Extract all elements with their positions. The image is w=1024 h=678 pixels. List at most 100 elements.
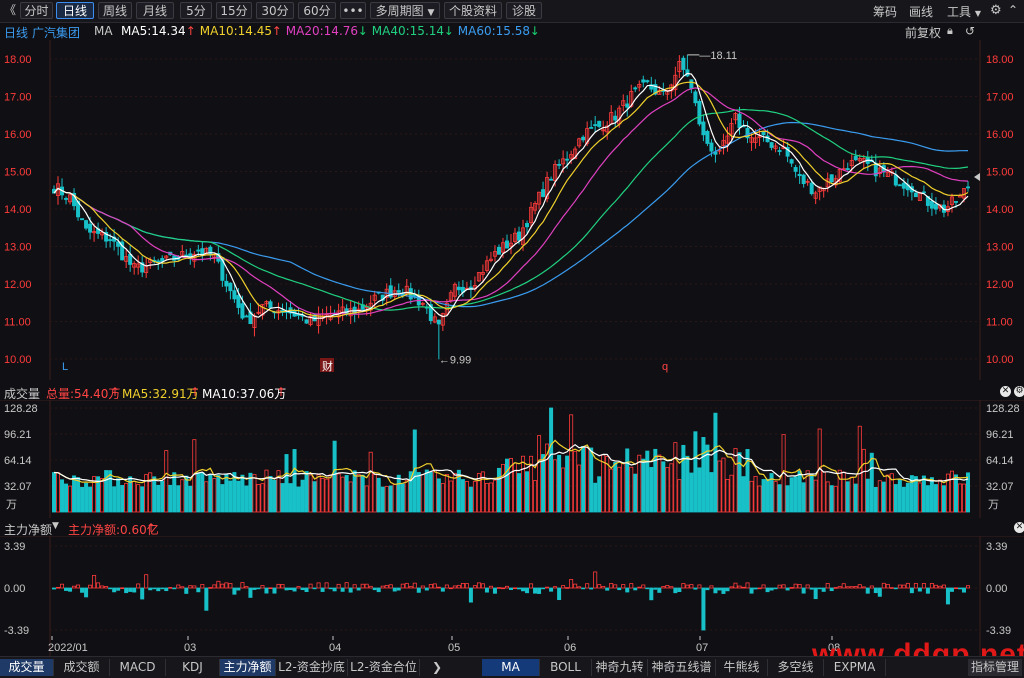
money-bar — [925, 587, 930, 594]
volume-chart[interactable]: 128.28 128.28 96.21 96.21 64.14 64.14 32.07 32.… — [0, 400, 1024, 518]
draw-line-menu[interactable]: 画线 — [909, 3, 933, 20]
multi-period-button[interactable]: 多周期图 ▼ — [370, 2, 440, 19]
candle-body — [641, 79, 646, 83]
settings-icon[interactable]: ⚙ — [990, 3, 1002, 18]
sub-tab-2[interactable]: MACD — [110, 659, 166, 676]
volume-bar — [200, 472, 205, 513]
money-bar — [424, 587, 429, 591]
money-bar — [541, 587, 546, 590]
chevron-down-icon: ▼ — [974, 9, 981, 18]
period-tab-0[interactable]: 分时 — [20, 2, 53, 19]
volume-bar — [116, 478, 121, 513]
lock-icon[interactable]: 🔒︎ — [947, 24, 953, 38]
candle-body — [705, 130, 710, 144]
money-bar — [164, 587, 169, 592]
candle-body — [304, 319, 309, 324]
sub-tab-5[interactable]: L2-资金抄底 — [276, 659, 348, 676]
volume-header: 成交量 总量:54.40万 ↑ MA5:32.91万 ↑ MA10:37.06万 ↑ … — [0, 382, 1024, 401]
volume-bar — [785, 485, 790, 513]
money-bar — [513, 587, 518, 590]
period-tab-2[interactable]: 周线 — [98, 2, 132, 19]
stock-profile-button[interactable]: 个股资料 — [444, 2, 502, 19]
period-tab-5[interactable]: 15分 — [216, 2, 252, 19]
main-tab-3[interactable]: 神奇五线谱 — [648, 659, 716, 676]
price-tick-left: 17.00 — [4, 92, 32, 104]
money-bar — [208, 587, 213, 589]
money-bar — [649, 587, 654, 601]
price-chart[interactable]: 18.00 18.00 17.00 17.00 16.00 16.00 15.00 15.00… — [0, 40, 1024, 382]
money-bar — [340, 587, 345, 592]
money-bar — [112, 587, 117, 593]
candle-body — [901, 182, 906, 189]
candle-body — [228, 282, 233, 292]
close-panel-icon[interactable]: ✕ — [1014, 522, 1024, 533]
undo-icon[interactable]: ↺ — [965, 24, 975, 38]
volume-tick-left: 128.28 — [4, 403, 38, 415]
sub-tab-1[interactable]: 成交额 — [54, 659, 110, 676]
money-bar — [196, 587, 201, 593]
period-tab-6[interactable]: 30分 — [256, 2, 294, 19]
money-bar — [448, 587, 453, 590]
candle-body — [929, 200, 934, 209]
candle-body — [689, 79, 694, 89]
tools-menu[interactable]: 工具 ▼ — [947, 3, 981, 20]
volume-bar — [593, 482, 598, 513]
chevron-right-icon[interactable]: ❯ — [428, 659, 446, 676]
money-bar — [320, 587, 325, 592]
period-tab-7[interactable]: 60分 — [298, 2, 336, 19]
main-tab-5[interactable]: 多空线 — [768, 659, 824, 676]
main-tab-1[interactable]: BOLL — [540, 659, 592, 676]
more-periods-button[interactable]: ••• — [340, 2, 366, 19]
money-bar — [821, 587, 826, 592]
candle-body — [801, 174, 806, 185]
period-tab-3[interactable]: 月线 — [136, 2, 174, 19]
candle-body — [913, 192, 918, 198]
candle-body — [344, 308, 349, 314]
money-bar — [356, 587, 361, 591]
adjust-mode[interactable]: 前复权 — [905, 24, 941, 41]
volume-bar — [633, 473, 638, 513]
arrow-up-icon: ↑ — [185, 24, 196, 38]
chips-menu[interactable]: 筹码 — [873, 3, 897, 20]
period-tab-4[interactable]: 5分 — [180, 2, 212, 19]
main-tab-6[interactable]: EXPMA — [824, 659, 886, 676]
date-label: 07 — [696, 642, 708, 654]
chevron-down-icon[interactable]: ▼ — [52, 521, 59, 531]
volume-bar — [625, 448, 630, 513]
event-marker-0: L — [62, 361, 68, 373]
price-bg — [0, 40, 1024, 382]
money-bar — [677, 587, 682, 593]
volume-bar — [797, 470, 802, 513]
indicator-manage-button[interactable]: 指标管理 — [968, 659, 1022, 676]
candle-body — [701, 121, 706, 136]
money-bar — [533, 587, 538, 594]
volume-bar — [853, 483, 858, 513]
period-tab-1[interactable]: 日线 — [56, 2, 94, 19]
volume-bar — [88, 486, 93, 513]
sub-tab-0[interactable]: 成交量 — [0, 659, 54, 676]
candle-body — [396, 290, 401, 293]
volume-bar — [661, 461, 666, 513]
volume-bar — [496, 467, 501, 513]
indicator-name: MA — [94, 24, 113, 38]
main-tab-4[interactable]: 牛熊线 — [716, 659, 768, 676]
tools-label: 工具 — [947, 5, 972, 19]
sub-tab-3[interactable]: KDJ — [166, 659, 220, 676]
sub-tab-6[interactable]: L2-资金合位 — [348, 659, 420, 676]
money-bar — [256, 587, 261, 590]
diagnose-button[interactable]: 诊股 — [506, 2, 542, 19]
arrow-down-icon: ↓ — [443, 24, 454, 38]
money-bar — [128, 587, 133, 592]
money-bar — [633, 587, 638, 591]
collapse-icon[interactable]: ⌃ — [1008, 3, 1018, 17]
main-tab-2[interactable]: 神奇九转 — [592, 659, 648, 676]
money-bar — [773, 587, 778, 590]
sub-tab-4[interactable]: 主力净额 — [220, 659, 276, 676]
candle-body — [128, 253, 133, 265]
close-panel-icon[interactable]: ✕ — [1000, 386, 1011, 397]
back-icon[interactable]: 《 — [2, 2, 18, 19]
settings-icon[interactable]: ⚙ — [1014, 386, 1024, 397]
money-bar — [148, 587, 153, 591]
main-tab-0[interactable]: MA — [482, 659, 540, 676]
arrow-up-icon: ↑ — [276, 385, 287, 399]
